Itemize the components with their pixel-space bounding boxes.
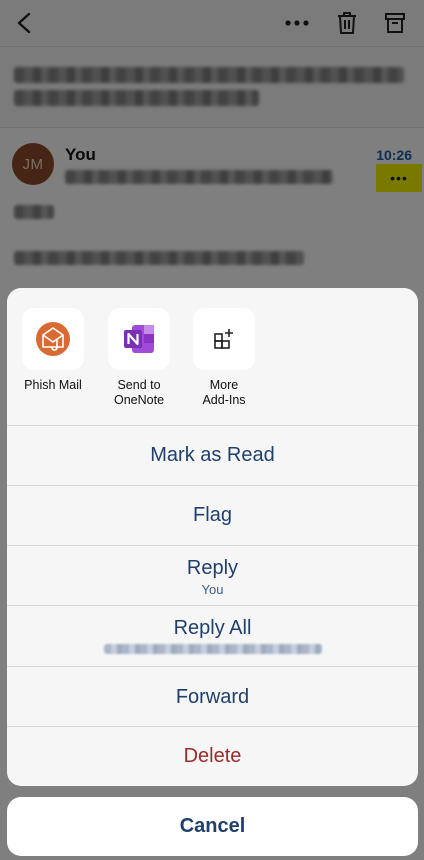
addin-label: Send to OneNote <box>113 378 165 407</box>
action-sheet: Phish Mail Send to OneNote More Add-Ins … <box>7 288 418 786</box>
addin-more-addins[interactable]: More Add-Ins <box>179 308 269 408</box>
cancel-label: Cancel <box>179 815 246 837</box>
onenote-icon <box>124 325 154 353</box>
action-label: Forward <box>175 686 250 708</box>
action-label: Reply All <box>173 617 252 639</box>
delete-button[interactable]: Delete <box>7 726 418 786</box>
addins-row: Phish Mail Send to OneNote More Add-Ins <box>7 288 418 426</box>
add-grid-icon <box>214 329 233 349</box>
action-label: Flag <box>193 504 232 526</box>
cancel-button[interactable]: Cancel <box>7 797 418 856</box>
addin-phish-mail[interactable]: Phish Mail <box>8 308 98 393</box>
addin-send-to-onenote[interactable]: Send to OneNote <box>94 308 184 408</box>
addin-tile[interactable] <box>193 308 255 370</box>
reply-button[interactable]: Reply You <box>7 545 418 606</box>
addin-label: More Add-Ins <box>202 378 246 407</box>
action-label: Delete <box>183 745 242 767</box>
phish-mail-icon <box>36 322 70 356</box>
mark-as-read-button[interactable]: Mark as Read <box>7 425 418 486</box>
addin-tile[interactable] <box>108 308 170 370</box>
action-label: Reply <box>186 557 239 579</box>
forward-button[interactable]: Forward <box>7 666 418 727</box>
flag-button[interactable]: Flag <box>7 485 418 546</box>
reply-all-button[interactable]: Reply All <box>7 605 418 666</box>
reply-recipient: You <box>201 582 224 597</box>
addin-tile[interactable] <box>22 308 84 370</box>
blurred-recipients <box>103 644 322 654</box>
action-label: Mark as Read <box>150 444 275 466</box>
addin-label: Phish Mail <box>24 378 82 392</box>
